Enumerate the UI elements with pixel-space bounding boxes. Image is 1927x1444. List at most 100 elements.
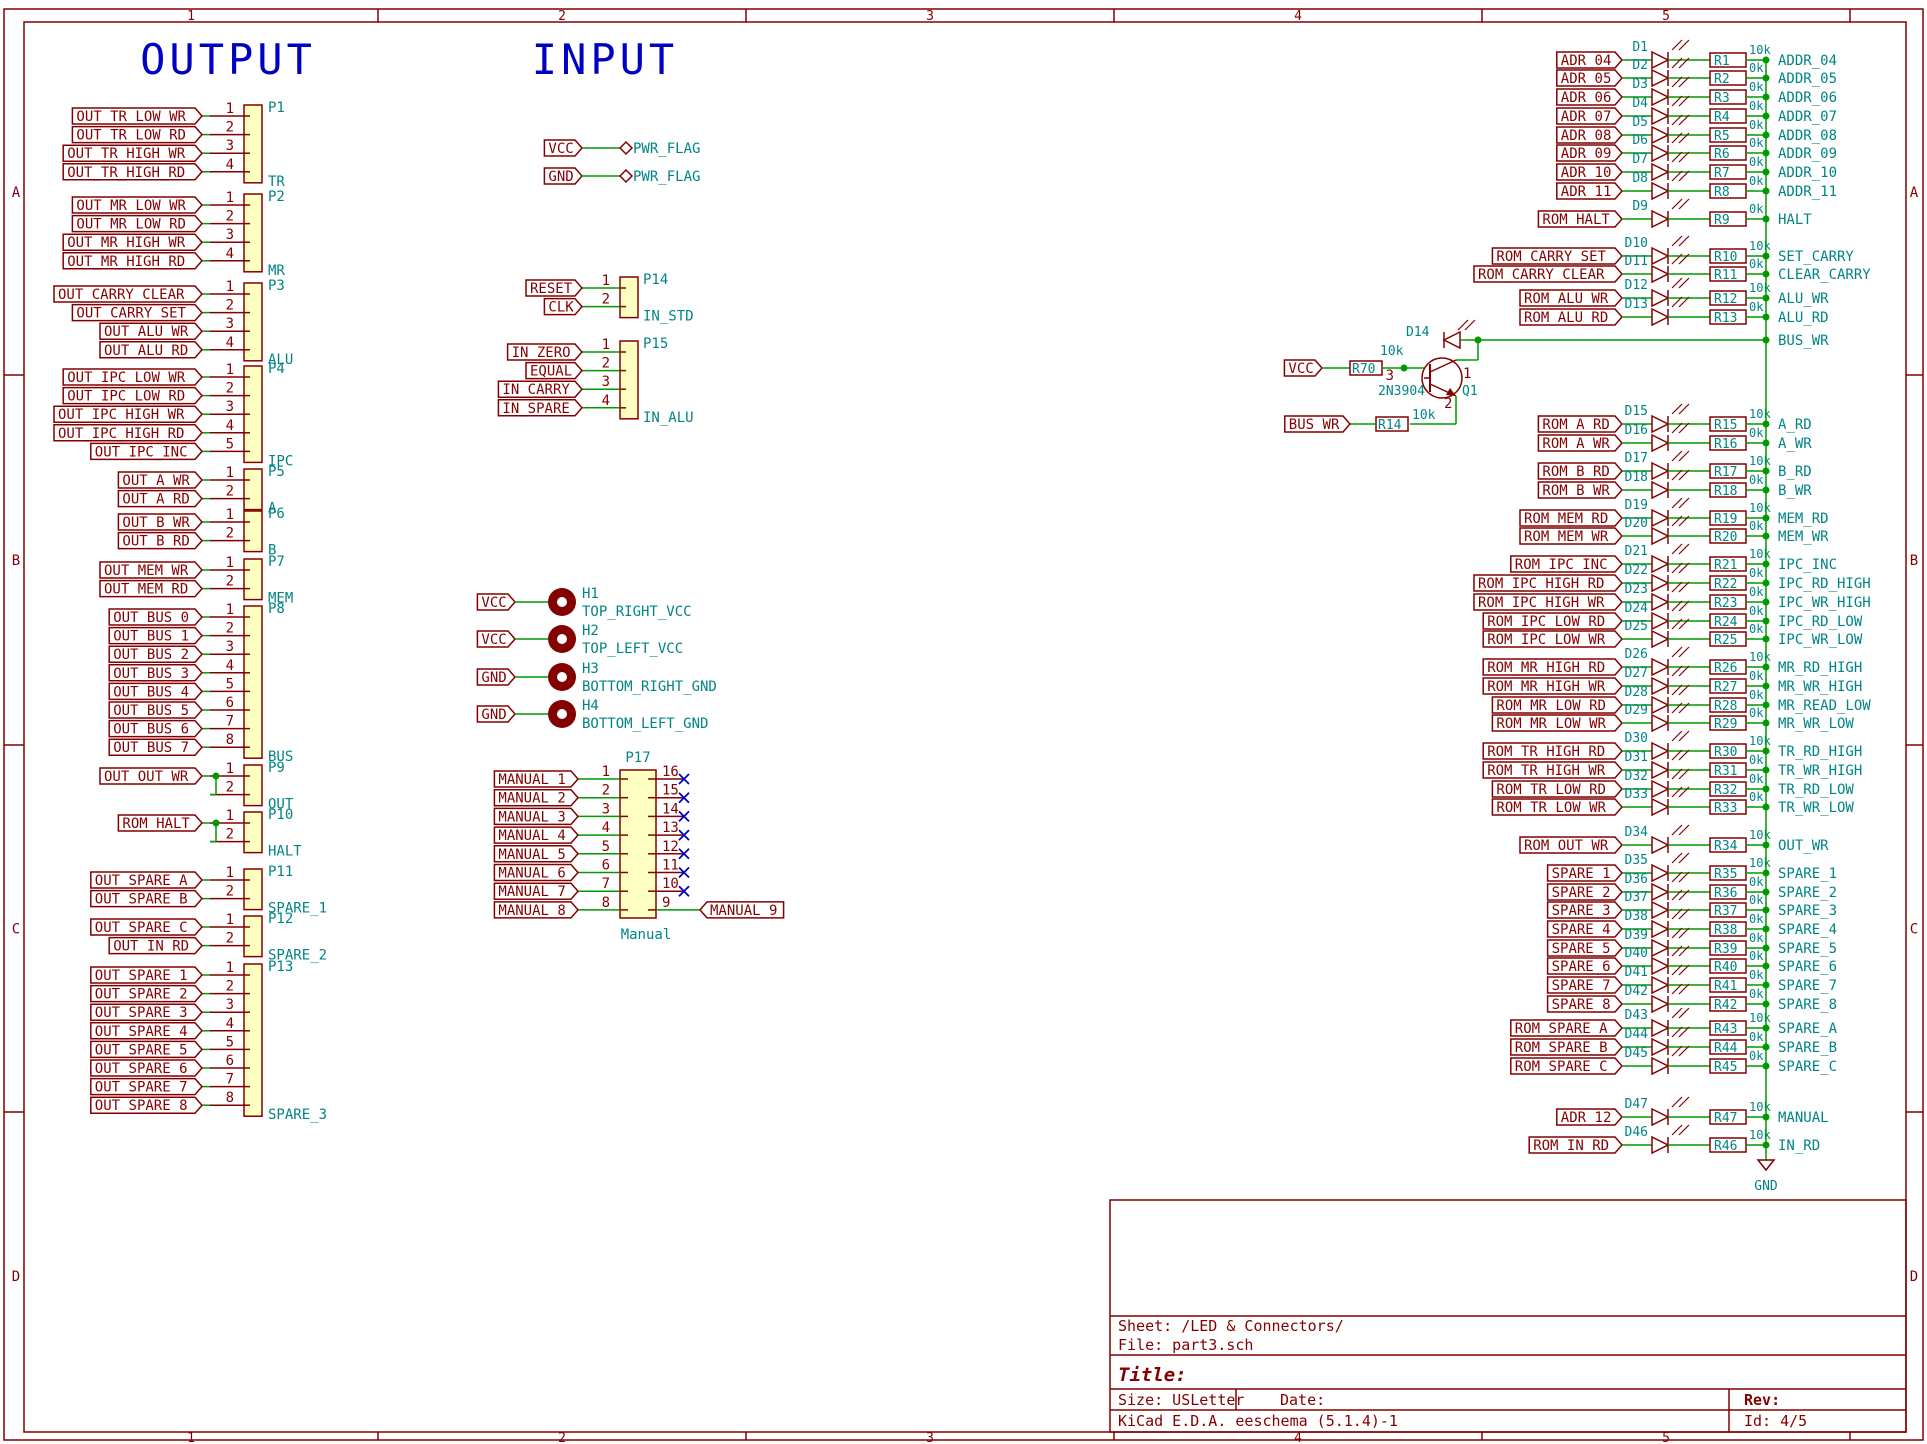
pin-number: 2 (226, 884, 234, 900)
resistor-value: 0k (1749, 987, 1764, 1001)
connector-p2: P2 MR 1 OUT_MR_LOW_WR 2 OUT_MR_LOW_RD 3 OUT_MR_… (62, 189, 285, 279)
resistor-value: 0k (1749, 931, 1764, 945)
connector-value: IN_STD (643, 309, 694, 325)
resistor-value: 0k (1749, 118, 1764, 132)
led-diode (1442, 330, 1461, 350)
resistor-ref: R4 (1714, 110, 1730, 125)
resistor-value: 0k (1749, 753, 1764, 767)
column-marker: 2 (558, 1431, 566, 1444)
led-ref: D2 (1632, 58, 1648, 73)
led-diode (1651, 480, 1670, 500)
led-row-d9: ROM_HALT D9 R9 0k HALT (1537, 198, 1812, 229)
connector-ref: P11 (268, 864, 293, 880)
resistor-value: 10k (1412, 408, 1436, 423)
pin-number: 2 (226, 120, 234, 136)
hole-net-label: VCC (481, 595, 506, 611)
led-output-net: ADDR_10 (1778, 165, 1837, 181)
connector-ref: P1 (268, 100, 285, 116)
net-label: OUT_SPARE_2 (95, 987, 188, 1003)
led-input-label: ADR_08 (1561, 128, 1612, 144)
resistor-ref: R14 (1378, 418, 1402, 433)
resistor-ref: R18 (1714, 484, 1737, 499)
ground-label: GND (1754, 1179, 1778, 1194)
mounting-hole-drill (557, 709, 567, 719)
resistor-value: 0k (1749, 99, 1764, 113)
pin-number: 1 (226, 279, 234, 295)
led-ref: D45 (1625, 1046, 1648, 1061)
connector-ref: P7 (268, 554, 285, 570)
net-label: OUT_TR_HIGH_RD (67, 165, 185, 181)
led-diode (1651, 779, 1670, 799)
led-output-net: ALU_WR (1778, 291, 1829, 307)
connector-p10: P10 HALT 1 ROM_HALT 2 (117, 807, 302, 860)
pin-number: 4 (226, 246, 234, 262)
net-label: OUT_BUS_4 (113, 684, 189, 700)
led-ref: D34 (1625, 825, 1649, 840)
column-marker: 5 (1662, 1431, 1670, 1444)
led-input-label: SPARE_7 (1552, 978, 1611, 994)
led-diode (1651, 741, 1670, 761)
led-ref: D4 (1632, 96, 1648, 111)
resistor-ref: R47 (1714, 1111, 1737, 1126)
led-output-net: SPARE_3 (1778, 903, 1837, 919)
led-output-net: SPARE_6 (1778, 959, 1837, 975)
net-label: OUT_TR_HIGH_WR (67, 146, 186, 162)
led-row-d17: ROM_B_RD D17 R17 10k B_RD (1537, 450, 1812, 481)
led-input-label: ROM_ALU_WR (1524, 291, 1609, 307)
base-input-label: VCC (1288, 361, 1313, 377)
led-ref: D21 (1625, 544, 1648, 559)
led-output-net: ALU_RD (1778, 310, 1829, 326)
led-input-label: ROM_B_WR (1542, 483, 1610, 499)
pin-number: 4 (602, 820, 610, 836)
led-output-net: ADDR_07 (1778, 109, 1837, 125)
led-ref: D18 (1625, 470, 1648, 485)
resistor-ref: R70 (1352, 362, 1375, 377)
connector-p13: P13 SPARE_3 1 OUT_SPARE_1 2 OUT_SPARE_2 3 OUT_S… (90, 959, 327, 1123)
resistor-ref: R19 (1714, 512, 1737, 527)
power-flags: VCC PWR_FLAG GND PWR_FLAG (543, 139, 700, 185)
net-label: MANUAL_6 (498, 866, 565, 882)
led-ref: D12 (1625, 278, 1648, 293)
pin-number: 1 (226, 362, 234, 378)
pin-number: 2 (226, 931, 234, 947)
led-output-net: SPARE_7 (1778, 978, 1837, 994)
power-net-label: GND (548, 169, 573, 185)
resistor-ref: R21 (1714, 558, 1737, 573)
led-diode (1651, 264, 1670, 284)
resistor-value: 10k (1749, 281, 1771, 295)
led-ref: D23 (1625, 582, 1648, 597)
resistor-ref: R37 (1714, 904, 1737, 919)
net-label: OUT_MR_LOW_WR (76, 198, 186, 214)
net-label: MANUAL_4 (498, 828, 565, 844)
led-input-label: ROM_IPC_LOW_RD (1487, 614, 1605, 630)
pin-number: 3 (226, 639, 234, 655)
led-ref: D3 (1632, 77, 1648, 92)
resistor-value: 0k (1749, 519, 1764, 533)
led-diode (1651, 797, 1670, 817)
led-output-net: IN_RD (1778, 1138, 1820, 1154)
pin-number: 2 (226, 484, 234, 500)
led-output-net: B_RD (1778, 464, 1812, 480)
led-ref: D25 (1625, 619, 1648, 634)
led-output-net: SPARE_B (1778, 1040, 1837, 1056)
led-input-label: ADR_11 (1561, 184, 1612, 200)
led-ref: D30 (1625, 731, 1648, 746)
net-label: OUT_MEM_RD (104, 582, 188, 598)
pin-number: 2 (1444, 396, 1452, 412)
led-row-d35: SPARE_1 D35 R35 10k SPARE_1 (1546, 852, 1837, 883)
led-ref: D19 (1625, 498, 1648, 513)
led-input-label: ADR_04 (1561, 53, 1612, 69)
resistor-value: 10k (1749, 1128, 1771, 1142)
net-label: OUT_OUT_WR (104, 769, 189, 785)
resistor-ref: R33 (1714, 801, 1737, 816)
resistor-ref: R30 (1714, 745, 1737, 760)
column-marker: 3 (926, 9, 934, 24)
net-label: OUT_B_WR (122, 515, 190, 531)
pin-number: 8 (602, 895, 610, 911)
led-output-net: MR_WR_HIGH (1778, 679, 1862, 695)
led-ref: D31 (1625, 750, 1648, 765)
pin-number: 1 (602, 273, 610, 289)
title-block: Sheet: /LED & Connectors/ File: part3.sc… (1109, 1199, 1907, 1433)
led-output-net: MR_RD_HIGH (1778, 660, 1862, 676)
pin-number: 3 (226, 399, 234, 415)
